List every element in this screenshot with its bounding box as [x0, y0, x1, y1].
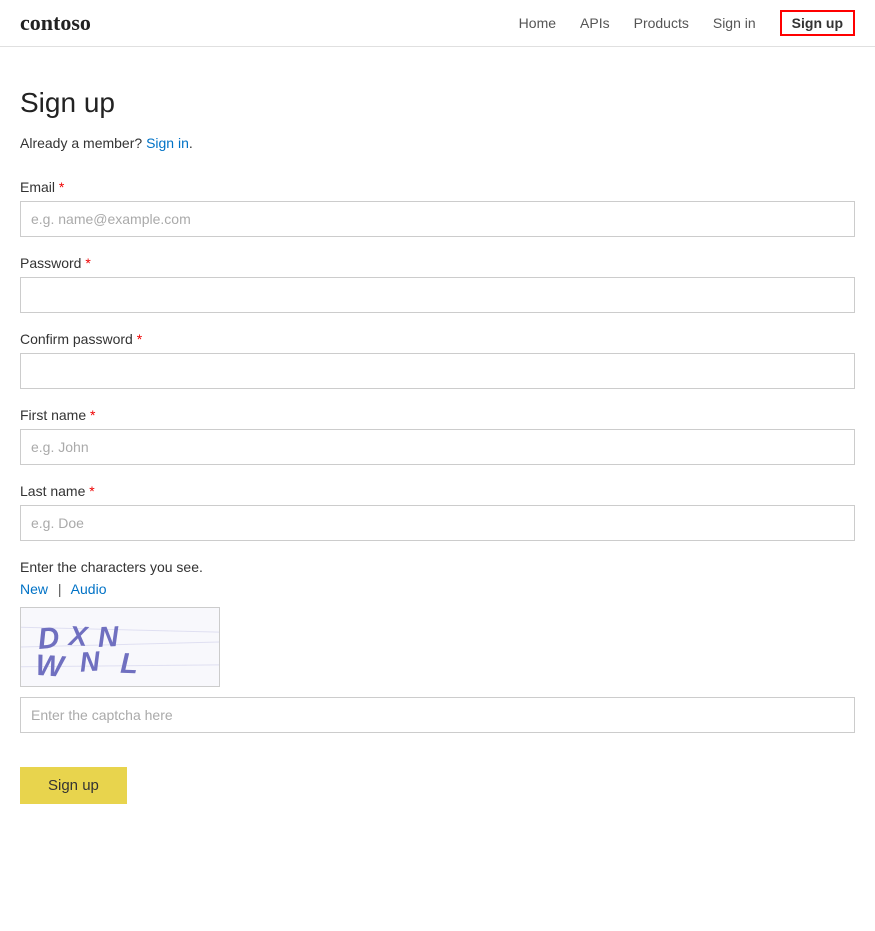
confirm-password-group: Confirm password * [20, 331, 855, 389]
captcha-links: New | Audio [20, 581, 855, 597]
email-label: Email * [20, 179, 855, 195]
password-input[interactable] [20, 277, 855, 313]
signin-link[interactable]: Sign in [146, 135, 189, 151]
email-input[interactable] [20, 201, 855, 237]
captcha-svg: D X N W N L [21, 607, 219, 687]
nav-signup[interactable]: Sign up [780, 10, 855, 36]
last-name-input[interactable] [20, 505, 855, 541]
site-logo: contoso [20, 10, 91, 36]
captcha-section: Enter the characters you see. New | Audi… [20, 559, 855, 733]
captcha-image: D X N W N L [20, 607, 220, 687]
captcha-new-link[interactable]: New [20, 581, 48, 597]
confirm-password-label: Confirm password * [20, 331, 855, 347]
signup-button[interactable]: Sign up [20, 767, 127, 804]
page-title: Sign up [20, 87, 855, 119]
confirm-password-input[interactable] [20, 353, 855, 389]
first-name-label: First name * [20, 407, 855, 423]
svg-text:N: N [79, 645, 102, 677]
password-group: Password * [20, 255, 855, 313]
first-name-group: First name * [20, 407, 855, 465]
email-required: * [59, 179, 64, 195]
nav-apis[interactable]: APIs [580, 15, 610, 31]
captcha-input[interactable] [20, 697, 855, 733]
last-name-label: Last name * [20, 483, 855, 499]
password-label: Password * [20, 255, 855, 271]
site-header: contoso Home APIs Products Sign in Sign … [0, 0, 875, 47]
first-name-input[interactable] [20, 429, 855, 465]
captcha-audio-link[interactable]: Audio [71, 581, 107, 597]
last-name-group: Last name * [20, 483, 855, 541]
svg-text:N: N [97, 621, 121, 654]
main-nav: Home APIs Products Sign in Sign up [519, 10, 855, 36]
captcha-instruction: Enter the characters you see. [20, 559, 855, 575]
email-group: Email * [20, 179, 855, 237]
password-required: * [85, 255, 90, 271]
svg-text:L: L [120, 648, 139, 681]
nav-signin[interactable]: Sign in [713, 15, 756, 31]
main-content: Sign up Already a member? Sign in. Email… [0, 47, 875, 844]
last-name-required: * [89, 483, 94, 499]
already-member-text: Already a member? Sign in. [20, 135, 855, 151]
captcha-separator: | [58, 581, 62, 597]
confirm-password-required: * [137, 331, 142, 347]
svg-text:W: W [34, 649, 67, 684]
nav-products[interactable]: Products [634, 15, 689, 31]
first-name-required: * [90, 407, 95, 423]
nav-home[interactable]: Home [519, 15, 556, 31]
